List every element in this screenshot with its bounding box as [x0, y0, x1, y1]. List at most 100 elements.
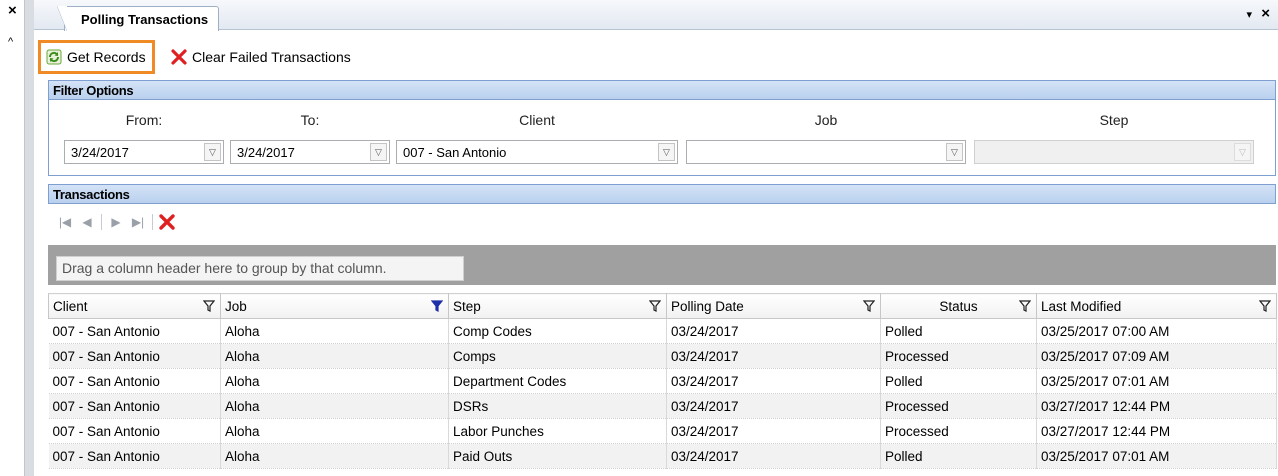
- table-row[interactable]: 007 - San Antonio Aloha Paid Outs 03/24/…: [48, 443, 1277, 469]
- rail-scrollbar[interactable]: [24, 0, 34, 476]
- cell-job[interactable]: Aloha: [220, 343, 449, 369]
- grid-header-row: Client Job Step Polling Date Status Last…: [48, 293, 1277, 319]
- chevron-down-icon[interactable]: ▽: [946, 143, 963, 161]
- previous-record-icon[interactable]: ◀: [76, 211, 98, 233]
- cell-polling-date[interactable]: 03/24/2017: [666, 318, 881, 344]
- get-records-label: Get Records: [67, 49, 146, 65]
- nav-separator: [101, 214, 102, 230]
- cell-polling-date[interactable]: 03/24/2017: [666, 443, 881, 469]
- filter-icon[interactable]: [1259, 300, 1271, 312]
- cell-polling-date[interactable]: 03/24/2017: [666, 393, 881, 419]
- cell-job[interactable]: Aloha: [220, 368, 449, 394]
- cell-client[interactable]: 007 - San Antonio: [48, 318, 221, 344]
- column-header-client[interactable]: Client: [48, 293, 221, 319]
- client-label: Client: [519, 112, 555, 128]
- filter-icon[interactable]: [649, 300, 661, 312]
- cell-last-modified[interactable]: 03/25/2017 07:01 AM: [1036, 368, 1277, 394]
- job-label: Job: [814, 112, 838, 128]
- step-label: Step: [1099, 112, 1129, 128]
- chevron-up-icon[interactable]: ^: [8, 36, 13, 48]
- cell-client[interactable]: 007 - San Antonio: [48, 368, 221, 394]
- chevron-down-icon[interactable]: ▽: [370, 143, 387, 161]
- cell-status[interactable]: Processed: [880, 418, 1037, 444]
- column-header-job[interactable]: Job: [220, 293, 449, 319]
- tab-dropdown-icon[interactable]: ▾: [1246, 8, 1252, 21]
- filter-icon[interactable]: [863, 300, 875, 312]
- cell-last-modified[interactable]: 03/27/2017 12:44 PM: [1036, 418, 1277, 444]
- column-header-step[interactable]: Step: [448, 293, 667, 319]
- clear-failed-transactions-button[interactable]: Clear Failed Transactions: [166, 40, 355, 74]
- job-select[interactable]: ▽: [686, 140, 966, 164]
- cell-client[interactable]: 007 - San Antonio: [48, 443, 221, 469]
- table-row[interactable]: 007 - San Antonio Aloha Department Codes…: [48, 368, 1277, 394]
- to-date-picker[interactable]: 3/24/2017 ▽: [230, 140, 390, 164]
- tab-polling-transactions[interactable]: Polling Transactions: [56, 6, 220, 31]
- close-icon[interactable]: ×: [8, 3, 17, 19]
- cell-job[interactable]: Aloha: [220, 443, 449, 469]
- transactions-header: Transactions: [48, 184, 1276, 204]
- transactions-grid: Client Job Step Polling Date Status Last…: [48, 293, 1277, 469]
- client-select[interactable]: 007 - San Antonio ▽: [396, 140, 678, 164]
- cell-client[interactable]: 007 - San Antonio: [48, 393, 221, 419]
- group-by-area[interactable]: Drag a column header here to group by th…: [48, 245, 1276, 285]
- tab-close-icon[interactable]: ×: [1261, 5, 1270, 22]
- chevron-down-icon[interactable]: ▽: [204, 143, 221, 161]
- table-row[interactable]: 007 - San Antonio Aloha Comp Codes 03/24…: [48, 318, 1277, 344]
- table-row[interactable]: 007 - San Antonio Aloha DSRs 03/24/2017 …: [48, 393, 1277, 419]
- group-by-hint: Drag a column header here to group by th…: [56, 256, 464, 281]
- to-date-value: 3/24/2017: [237, 145, 295, 160]
- cell-polling-date[interactable]: 03/24/2017: [666, 368, 881, 394]
- cell-client[interactable]: 007 - San Antonio: [48, 343, 221, 369]
- toolbar: Get Records Clear Failed Transactions: [34, 38, 1278, 76]
- filter-options-header: Filter Options: [48, 80, 1276, 100]
- cell-job[interactable]: Aloha: [220, 318, 449, 344]
- cell-step[interactable]: Comps: [448, 343, 667, 369]
- cell-status[interactable]: Polled: [880, 443, 1037, 469]
- get-records-button[interactable]: Get Records: [38, 40, 155, 74]
- last-record-icon[interactable]: ▶|: [127, 211, 149, 233]
- column-header-last-modified[interactable]: Last Modified: [1036, 293, 1277, 319]
- cell-status[interactable]: Polled: [880, 318, 1037, 344]
- column-header-status[interactable]: Status: [880, 293, 1037, 319]
- from-date-picker[interactable]: 3/24/2017 ▽: [64, 140, 224, 164]
- active-filter-icon[interactable]: [431, 300, 443, 312]
- cell-job[interactable]: Aloha: [220, 393, 449, 419]
- cell-client[interactable]: 007 - San Antonio: [48, 418, 221, 444]
- cell-step[interactable]: DSRs: [448, 393, 667, 419]
- cell-last-modified[interactable]: 03/25/2017 07:09 AM: [1036, 343, 1277, 369]
- tab-label: Polling Transactions: [81, 12, 209, 27]
- clear-failed-label: Clear Failed Transactions: [192, 49, 351, 65]
- cell-step[interactable]: Comp Codes: [448, 318, 667, 344]
- chevron-down-icon[interactable]: ▽: [658, 143, 675, 161]
- client-value: 007 - San Antonio: [403, 145, 507, 160]
- filter-icon[interactable]: [203, 300, 215, 312]
- cell-polling-date[interactable]: 03/24/2017: [666, 418, 881, 444]
- table-row[interactable]: 007 - San Antonio Aloha Labor Punches 03…: [48, 418, 1277, 444]
- cell-last-modified[interactable]: 03/25/2017 07:01 AM: [1036, 443, 1277, 469]
- cell-status[interactable]: Processed: [880, 393, 1037, 419]
- cell-last-modified[interactable]: 03/25/2017 07:00 AM: [1036, 318, 1277, 344]
- to-label: To:: [300, 112, 320, 128]
- cell-step[interactable]: Labor Punches: [448, 418, 667, 444]
- left-rail: × ^: [0, 0, 34, 476]
- delete-record-icon[interactable]: [156, 211, 178, 233]
- cell-job[interactable]: Aloha: [220, 418, 449, 444]
- refresh-icon: [45, 48, 63, 66]
- from-date-value: 3/24/2017: [71, 145, 129, 160]
- nav-separator: [152, 214, 153, 230]
- cell-step[interactable]: Paid Outs: [448, 443, 667, 469]
- first-record-icon[interactable]: |◀: [54, 211, 76, 233]
- cell-last-modified[interactable]: 03/27/2017 12:44 PM: [1036, 393, 1277, 419]
- red-x-icon: [170, 48, 188, 66]
- column-header-polling-date[interactable]: Polling Date: [666, 293, 881, 319]
- cell-status[interactable]: Polled: [880, 368, 1037, 394]
- filter-icon[interactable]: [1019, 300, 1031, 312]
- cell-polling-date[interactable]: 03/24/2017: [666, 343, 881, 369]
- cell-step[interactable]: Department Codes: [448, 368, 667, 394]
- chevron-down-icon: ▽: [1234, 143, 1251, 161]
- from-label: From:: [125, 112, 163, 128]
- table-row[interactable]: 007 - San Antonio Aloha Comps 03/24/2017…: [48, 343, 1277, 369]
- document-tab-bar: Polling Transactions ▾ ×: [34, 0, 1278, 31]
- next-record-icon[interactable]: ▶: [105, 211, 127, 233]
- cell-status[interactable]: Processed: [880, 343, 1037, 369]
